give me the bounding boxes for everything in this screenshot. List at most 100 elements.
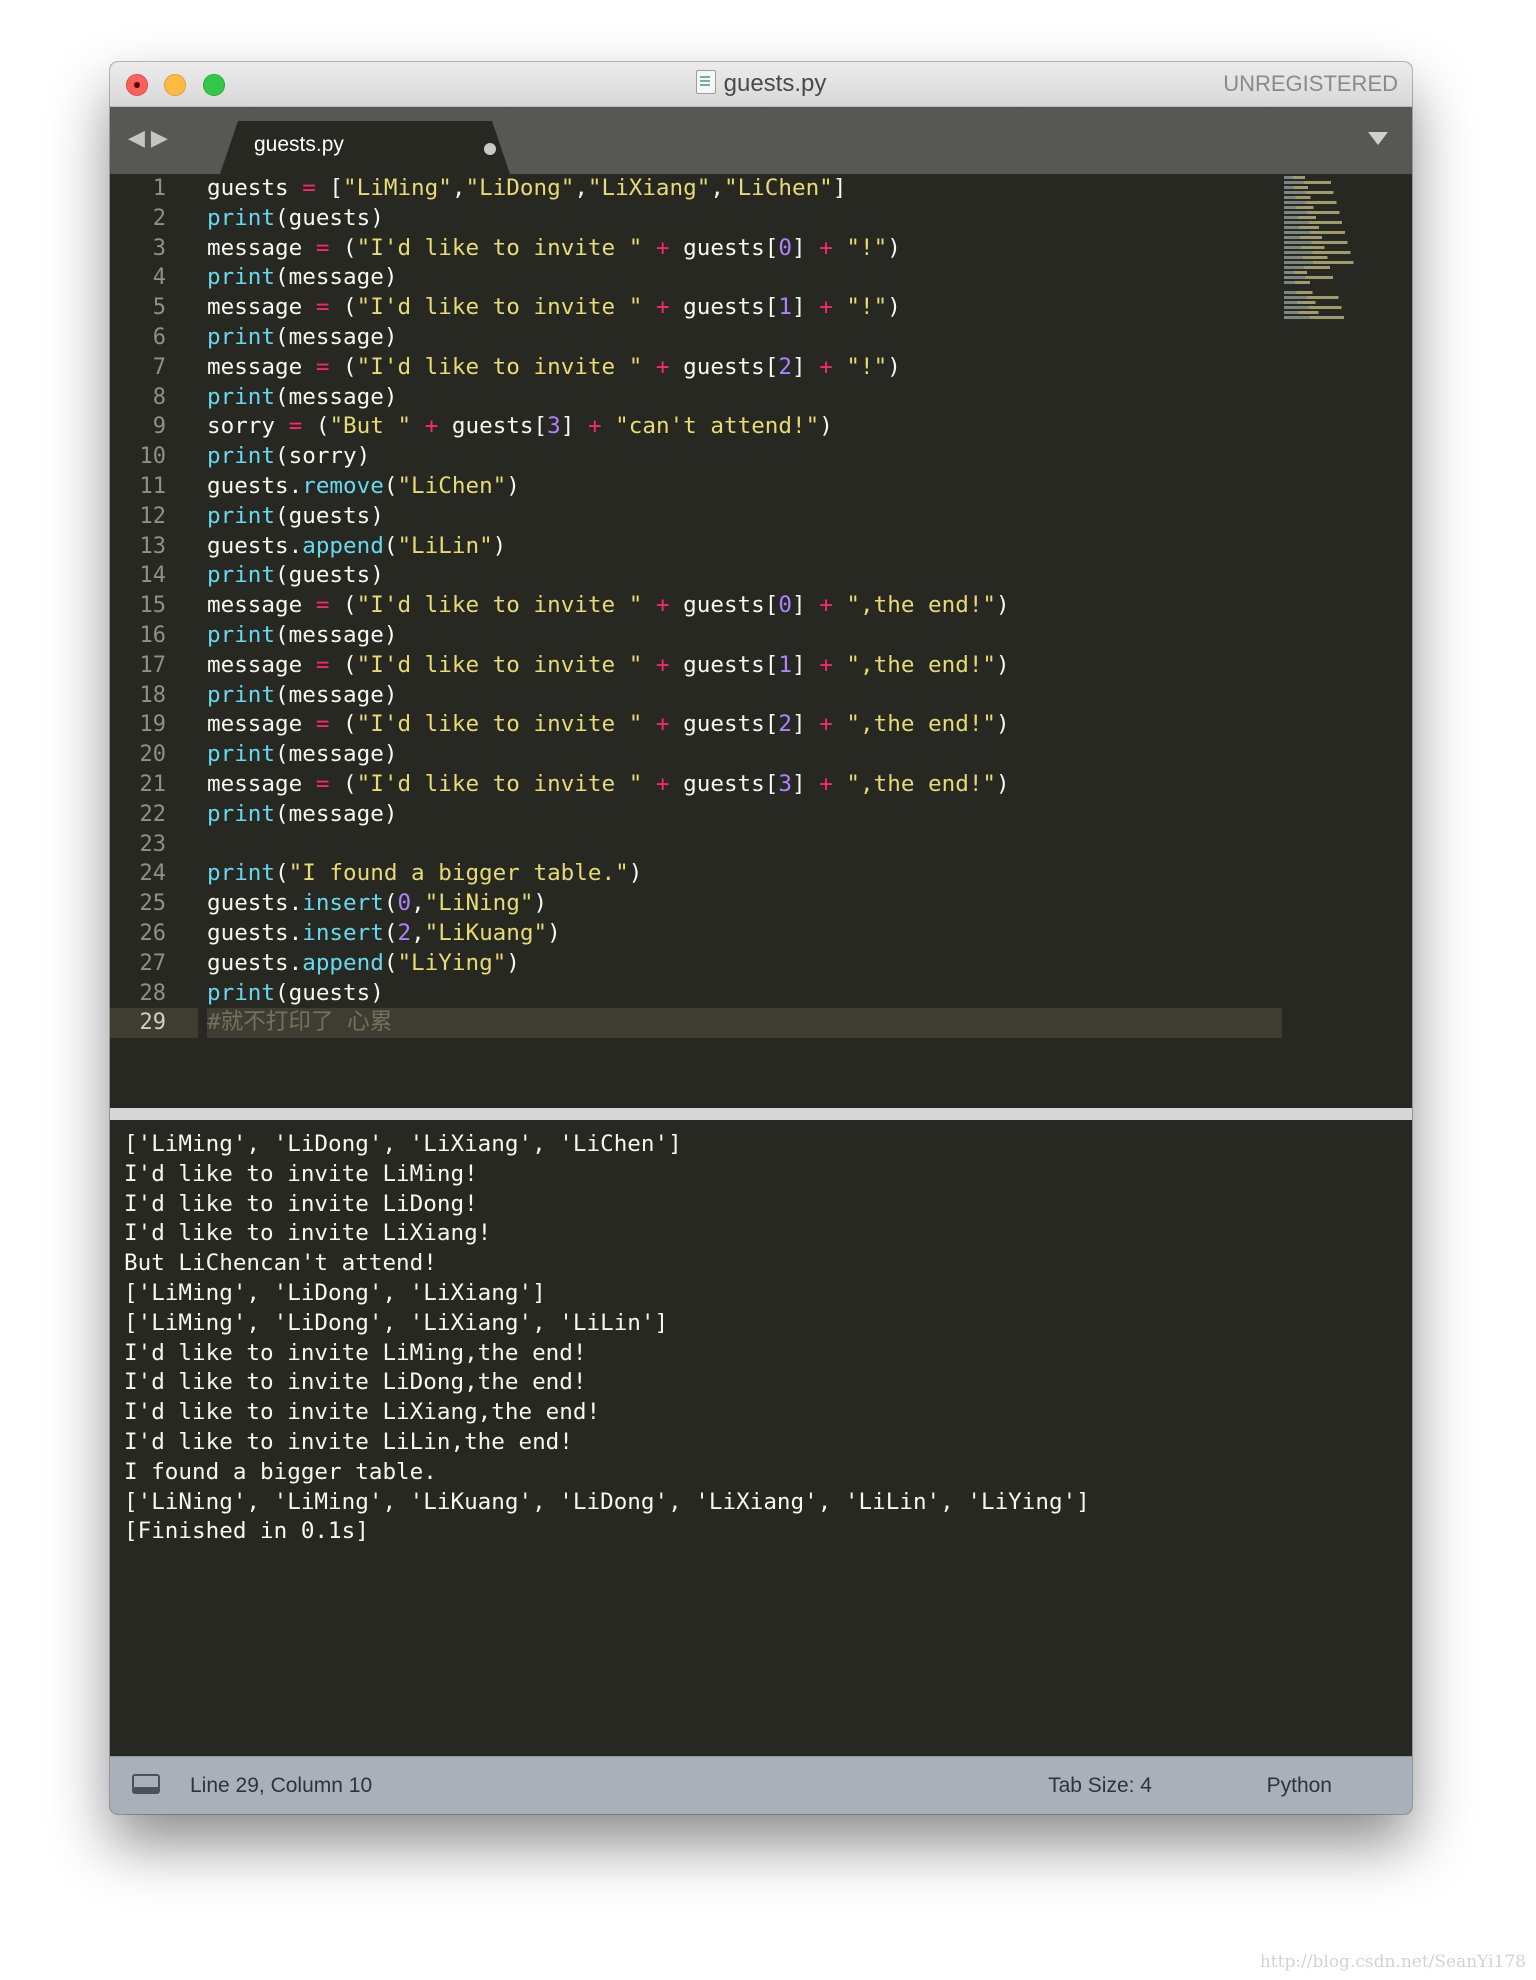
code-token: sorry bbox=[207, 413, 289, 440]
code-token: print bbox=[207, 979, 276, 1006]
code-token: guests[ bbox=[669, 353, 779, 380]
code-line[interactable]: print(guests) bbox=[207, 204, 1282, 234]
line-number: 28 bbox=[139, 980, 167, 1006]
syntax-setting[interactable]: Python bbox=[1267, 1757, 1332, 1814]
code-line[interactable]: print(message) bbox=[207, 383, 1282, 413]
code-line[interactable]: sorry = ("But " + guests[3] + "can't att… bbox=[207, 412, 1282, 442]
tab-dropdown-icon[interactable] bbox=[1368, 132, 1388, 145]
tab-label: guests.py bbox=[254, 133, 344, 156]
code-token: ",the end!" bbox=[846, 651, 997, 678]
code-token: guests[ bbox=[669, 711, 779, 738]
code-line[interactable]: message = ("I'd like to invite " + guest… bbox=[207, 293, 1282, 323]
code-token: ( bbox=[329, 711, 357, 738]
code-token: (guests) bbox=[275, 204, 384, 231]
code-line[interactable]: print(message) bbox=[207, 800, 1282, 830]
minimap-line bbox=[1284, 316, 1370, 319]
code-line[interactable]: message = ("I'd like to invite " + guest… bbox=[207, 591, 1282, 621]
code-token: ] bbox=[832, 175, 847, 201]
code-line[interactable]: print(guests) bbox=[207, 502, 1282, 532]
code-line[interactable]: message = ("I'd like to invite " + guest… bbox=[207, 710, 1282, 740]
code-token: ( bbox=[383, 472, 398, 499]
code-line[interactable]: print(message) bbox=[207, 740, 1282, 770]
code-token: print bbox=[207, 204, 276, 231]
tab-size-setting[interactable]: Tab Size: 4 bbox=[1048, 1757, 1152, 1814]
minimap-line bbox=[1284, 196, 1322, 199]
code-line[interactable]: guests.insert(2,"LiKuang") bbox=[207, 919, 1282, 949]
code-token: ( bbox=[329, 294, 357, 321]
code-token: ) bbox=[887, 294, 901, 321]
title-bar: guests.py UNREGISTERED bbox=[110, 62, 1412, 107]
code-token: "But " bbox=[329, 413, 412, 440]
code-line[interactable]: print(guests) bbox=[207, 561, 1282, 591]
code-token: "LiKuang" bbox=[424, 919, 548, 946]
code-line[interactable]: guests.insert(0,"LiNing") bbox=[207, 889, 1282, 919]
minimap-line bbox=[1284, 236, 1338, 239]
line-number: 3 bbox=[152, 235, 166, 261]
code-line[interactable]: message = ("I'd like to invite " + guest… bbox=[207, 353, 1282, 383]
line-number: 4 bbox=[152, 265, 166, 291]
code-token: ( bbox=[383, 890, 398, 917]
code-token: + bbox=[655, 711, 670, 738]
minimap-line bbox=[1284, 226, 1334, 229]
line-number: 25 bbox=[139, 891, 167, 917]
cursor-position: Line 29, Column 10 bbox=[190, 1774, 373, 1797]
code-token: , bbox=[710, 175, 724, 201]
unsaved-dot-icon[interactable] bbox=[484, 143, 496, 155]
code-token: (sorry) bbox=[275, 443, 371, 470]
code-token: = bbox=[288, 413, 303, 440]
code-token: ",the end!" bbox=[846, 592, 997, 619]
code-token: ( bbox=[383, 532, 398, 559]
code-token: + bbox=[587, 413, 602, 440]
code-line[interactable]: guests.append("LiLin") bbox=[207, 532, 1282, 562]
code-area[interactable]: guests = ["LiMing","LiDong","LiXiang","L… bbox=[207, 174, 1282, 1039]
tab-guests-py[interactable]: guests.py bbox=[220, 121, 510, 174]
code-line[interactable]: guests.append("LiYing") bbox=[207, 949, 1282, 979]
code-token: ( bbox=[302, 413, 330, 440]
code-token: ) bbox=[506, 949, 520, 976]
code-line[interactable]: guests.remove("LiChen") bbox=[207, 472, 1282, 502]
panel-splitter[interactable] bbox=[110, 1108, 1412, 1120]
line-number: 5 bbox=[152, 295, 166, 321]
code-token: ] bbox=[791, 651, 820, 678]
code-line[interactable]: print(sorry) bbox=[207, 442, 1282, 472]
code-line[interactable]: print(guests) bbox=[207, 979, 1282, 1009]
minimap-line bbox=[1284, 216, 1330, 219]
code-token: print bbox=[207, 800, 276, 827]
code-token: (message) bbox=[275, 800, 398, 827]
minimap-line bbox=[1284, 181, 1351, 184]
minimap[interactable] bbox=[1284, 176, 1384, 319]
line-number: 7 bbox=[152, 354, 166, 380]
code-token: [ bbox=[315, 175, 344, 201]
code-line[interactable]: print(message) bbox=[207, 621, 1282, 651]
code-token: (message) bbox=[275, 264, 398, 291]
code-line[interactable]: print(message) bbox=[207, 323, 1282, 353]
code-token: guests[ bbox=[669, 592, 779, 619]
code-token: message bbox=[207, 353, 316, 380]
build-output-panel[interactable]: ['LiMing', 'LiDong', 'LiXiang', 'LiChen'… bbox=[114, 1120, 1408, 1757]
code-token: print bbox=[207, 562, 276, 589]
code-line[interactable]: guests = ["LiMing","LiDong","LiXiang","L… bbox=[207, 174, 1282, 204]
code-line[interactable]: message = ("I'd like to invite " + guest… bbox=[207, 770, 1282, 800]
code-line[interactable]: #就不打印了 心累 bbox=[207, 1008, 1282, 1039]
code-line[interactable]: print(message) bbox=[207, 681, 1282, 711]
code-line[interactable]: print("I found a bigger table.") bbox=[207, 859, 1282, 889]
code-line[interactable]: message = ("I'd like to invite " + guest… bbox=[207, 651, 1282, 681]
code-token: ) bbox=[996, 592, 1010, 619]
code-line[interactable]: message = ("I'd like to invite " + guest… bbox=[207, 234, 1282, 264]
code-line[interactable] bbox=[207, 830, 1282, 860]
code-token: "I'd like to invite " bbox=[356, 651, 643, 678]
code-token: "LiLin" bbox=[397, 532, 493, 559]
code-editor[interactable]: 1 2 3 4 5 6 7 8 9 10 11 12 13 14 15 16 17 18 19 20 21 22 23 24 2… bbox=[110, 174, 1412, 1108]
code-token: + bbox=[655, 234, 670, 261]
code-token: "LiDong" bbox=[465, 175, 575, 201]
code-token: , bbox=[451, 175, 466, 201]
back-forward-arrows-icon[interactable]: ◀▶ bbox=[128, 125, 174, 151]
code-line[interactable]: print(message) bbox=[207, 263, 1282, 293]
toggle-panel-icon[interactable] bbox=[132, 1774, 160, 1794]
minimap-line bbox=[1284, 256, 1346, 259]
